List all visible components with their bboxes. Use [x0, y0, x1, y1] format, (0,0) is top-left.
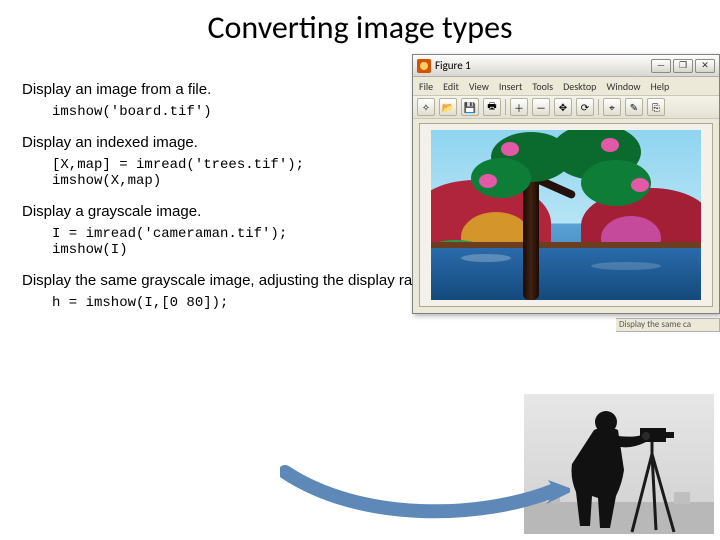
toolbar: ✧ 📂 💾 🖶 ＋ － ✥ ⟳ ⌖ ✎ ⎘	[413, 95, 719, 119]
open-icon[interactable]: 📂	[439, 98, 457, 116]
menu-help[interactable]: Help	[651, 80, 670, 93]
matlab-figure-window: Figure 1 — ❐ ✕ File Edit View Insert Too…	[412, 54, 720, 314]
menu-desktop[interactable]: Desktop	[563, 80, 596, 93]
slide-title: Converting image types	[0, 0, 720, 47]
zoom-in-icon[interactable]: ＋	[510, 98, 528, 116]
menu-file[interactable]: File	[419, 80, 433, 93]
window-buttons: — ❐ ✕	[651, 59, 715, 73]
cameraman-image	[524, 394, 714, 534]
menu-tools[interactable]: Tools	[532, 80, 553, 93]
toolbar-sep	[598, 99, 599, 115]
minimize-button[interactable]: —	[651, 59, 671, 73]
pan-icon[interactable]: ✥	[554, 98, 572, 116]
toolbar-sep	[505, 99, 506, 115]
menu-bar: File Edit View Insert Tools Desktop Wind…	[413, 77, 719, 95]
cropped-caption: Display the same ca	[616, 318, 720, 332]
figure-canvas[interactable]	[419, 123, 713, 307]
matlab-app-icon	[417, 59, 431, 73]
rotate-icon[interactable]: ⟳	[576, 98, 594, 116]
menu-view[interactable]: View	[469, 80, 489, 93]
menu-insert[interactable]: Insert	[499, 80, 523, 93]
menu-window[interactable]: Window	[606, 80, 640, 93]
new-icon[interactable]: ✧	[417, 98, 435, 116]
data-cursor-icon[interactable]: ⌖	[603, 98, 621, 116]
brush-icon[interactable]: ✎	[625, 98, 643, 116]
print-icon[interactable]: 🖶	[483, 98, 501, 116]
maximize-button[interactable]: ❐	[673, 59, 693, 73]
zoom-out-icon[interactable]: －	[532, 98, 550, 116]
trees-image	[431, 130, 701, 300]
close-button[interactable]: ✕	[695, 59, 715, 73]
link-icon[interactable]: ⎘	[647, 98, 665, 116]
menu-edit[interactable]: Edit	[443, 80, 459, 93]
window-title: Figure 1	[435, 59, 471, 72]
save-icon[interactable]: 💾	[461, 98, 479, 116]
window-titlebar[interactable]: Figure 1 — ❐ ✕	[413, 55, 719, 77]
